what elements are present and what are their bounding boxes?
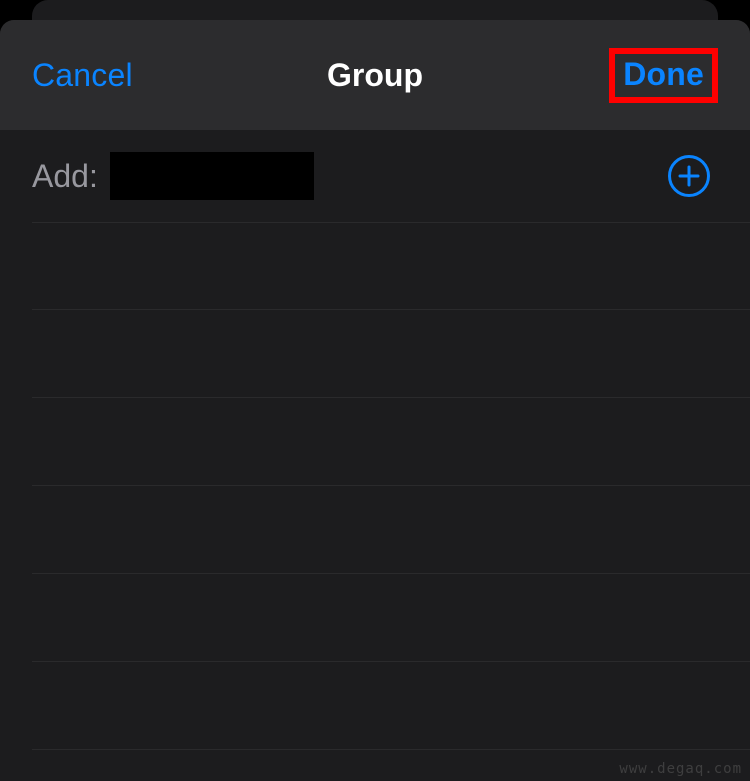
list-item[interactable]: [32, 486, 750, 574]
navigation-bar: Cancel Group Done: [0, 20, 750, 130]
list-item[interactable]: [32, 662, 750, 750]
done-button-highlight: Done: [609, 48, 718, 103]
list-item[interactable]: [32, 222, 750, 310]
page-title: Group: [327, 57, 423, 94]
list-item[interactable]: [32, 398, 750, 486]
plus-icon: [678, 165, 700, 187]
done-button[interactable]: Done: [623, 56, 704, 92]
add-input[interactable]: [110, 152, 314, 200]
cancel-button[interactable]: Cancel: [32, 57, 133, 94]
add-label: Add:: [32, 158, 98, 195]
add-contact-row: Add:: [0, 130, 750, 222]
modal-sheet: Cancel Group Done Add:: [0, 20, 750, 781]
watermark-text: www.degaq.com: [619, 761, 742, 777]
members-list: [0, 222, 750, 750]
add-contact-button[interactable]: [668, 155, 710, 197]
list-item[interactable]: [32, 310, 750, 398]
list-item[interactable]: [32, 574, 750, 662]
